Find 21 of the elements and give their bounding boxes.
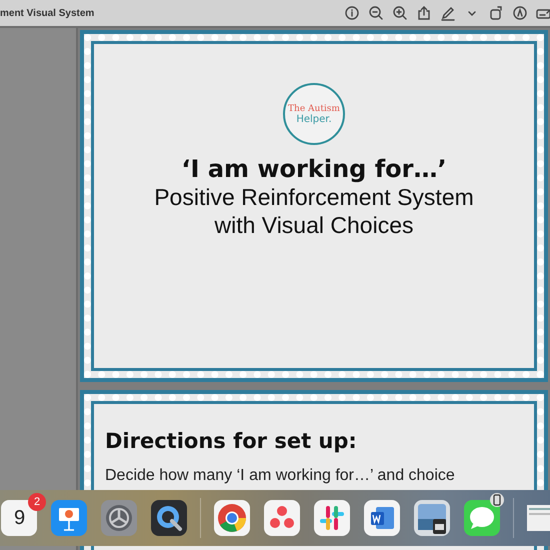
notification-badge: 2 bbox=[28, 493, 46, 511]
browser-icon[interactable] bbox=[213, 499, 251, 537]
magnifier-icon[interactable] bbox=[150, 499, 188, 537]
gear-icon[interactable] bbox=[100, 499, 138, 537]
paragraph: Decide how many ‘I am working for…’ and choice bbox=[105, 467, 455, 485]
logo-text: The Autism bbox=[288, 104, 340, 114]
hash-icon[interactable] bbox=[313, 499, 351, 537]
subtitle: with Visual Choices bbox=[214, 211, 414, 239]
three-dots-icon[interactable] bbox=[263, 499, 301, 537]
calendar-day: 9 bbox=[14, 507, 26, 530]
logo-text: Helper. bbox=[296, 114, 332, 124]
subtitle: Positive Reinforcement System bbox=[154, 183, 474, 211]
calendar-icon[interactable] bbox=[0, 499, 38, 537]
phone-icon bbox=[490, 493, 504, 507]
heading: Directions for set up: bbox=[105, 429, 357, 453]
chat-icon[interactable] bbox=[463, 499, 501, 537]
photo-viewer-icon[interactable] bbox=[413, 499, 451, 537]
presentation-icon[interactable] bbox=[50, 499, 88, 537]
document-icon[interactable] bbox=[363, 499, 401, 537]
heading: ‘I am working for…’ bbox=[181, 155, 447, 183]
window-title: ment Visual System bbox=[0, 8, 94, 18]
